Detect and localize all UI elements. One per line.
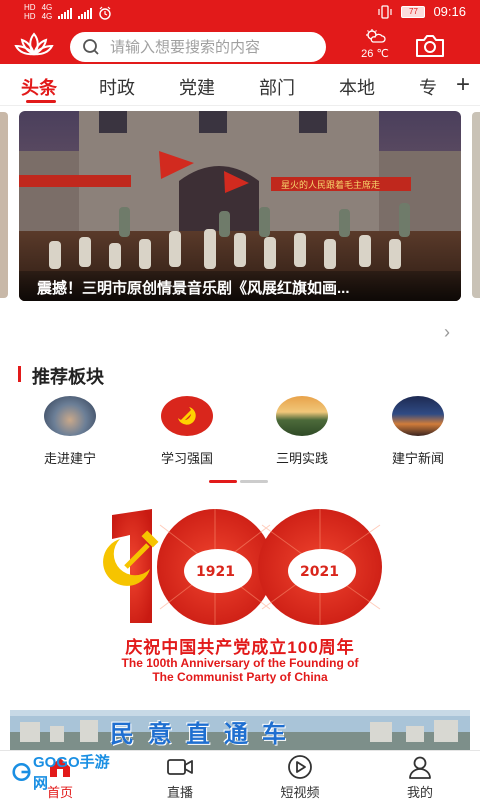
chevron-right-icon[interactable]: › [444, 322, 450, 343]
section-marker [18, 366, 21, 382]
headline-carousel-slide[interactable]: 星火的人民跟着毛主席走 震撼！三明市原创情景音乐剧《风展红旗如画... [19, 111, 461, 301]
carrier-tags: HD HD [24, 4, 36, 21]
landscape-icon [276, 396, 328, 436]
user-icon [380, 755, 460, 779]
bottom-navigation: 首页 直播 短视频 我的 GOGO手游网 [0, 750, 480, 800]
section-title-recommend: 推荐板块 [32, 367, 104, 387]
vibrate-icon [378, 4, 393, 19]
carousel-prev-peek[interactable] [0, 112, 8, 298]
weather-widget[interactable]: 26 ℃ [352, 28, 398, 64]
recommend-item-jianning[interactable]: 走进建宁 [20, 396, 120, 467]
search-icon [83, 39, 99, 55]
poster-year-start: 1921 [196, 564, 235, 580]
network-label: 4G [41, 3, 53, 12]
minyi-direct-banner[interactable]: 民意直通车 [10, 710, 470, 750]
video-camera-icon [140, 755, 220, 779]
pager-dot-active [209, 480, 237, 483]
watermark-logo: GOGO手游网 [12, 754, 112, 792]
watermark-text: GOGO手游网 [32, 754, 110, 792]
top-header-area: HD HD 4G 4G 77 09:16 请输入想要搜索的内容 26 ℃ [0, 0, 480, 64]
recommend-item-label: 走进建宁 [43, 451, 96, 466]
network-labels: 4G 4G [42, 4, 53, 21]
nav-label: 我的 [406, 785, 433, 800]
status-left: HD HD 4G 4G [24, 4, 112, 21]
tab-local[interactable]: 本地 [339, 74, 375, 100]
lotus-logo-icon[interactable] [14, 30, 54, 62]
poster-title: 庆祝中国共产党成立100周年 [125, 638, 355, 657]
category-tabs: 头条 时政 党建 部门 本地 专 + [0, 66, 480, 106]
poster-english-line1: The 100th Anniversary of the Founding of [121, 656, 359, 670]
minyi-direct-title: 民意直通车 [110, 721, 300, 748]
tab-party-building[interactable]: 党建 [179, 74, 215, 100]
recommend-item-label: 建宁新闻 [391, 451, 444, 466]
weather-icon [366, 29, 386, 43]
status-bar: HD HD 4G 4G 77 09:16 [0, 0, 480, 26]
tab-headlines[interactable]: 头条 [21, 74, 57, 100]
recommend-pager [209, 480, 268, 483]
recommend-item-label: 学习强国 [160, 451, 213, 466]
city-night-icon [392, 396, 444, 436]
carousel-caption: 震撼！三明市原创情景音乐剧《风展红旗如画... [19, 271, 461, 301]
carrier-tag: HD [24, 3, 36, 12]
weather-temp: 26 ℃ [361, 48, 389, 60]
search-box[interactable] [70, 32, 326, 62]
gogo-logo-icon [12, 762, 31, 782]
signal-icon [58, 7, 73, 19]
city-aerial-icon [44, 396, 96, 436]
party-emblem-icon [161, 396, 213, 436]
status-right: 77 09:16 [377, 4, 466, 19]
tab-departments[interactable]: 部门 [259, 74, 295, 100]
camera-icon[interactable] [414, 32, 446, 60]
search-input[interactable] [110, 38, 310, 56]
poster-english-line2: The Communist Party of China [152, 670, 328, 684]
active-tab-indicator [26, 100, 56, 103]
poster-year-end: 2021 [300, 564, 339, 580]
banner-slogan: 星火的人民跟着毛主席走 [281, 179, 380, 191]
nav-me[interactable]: 我的 [380, 755, 460, 800]
nav-short-video[interactable]: 短视频 [260, 755, 340, 800]
carousel-next-peek[interactable] [472, 112, 480, 298]
status-time: 09:16 [433, 4, 466, 19]
play-circle-icon [260, 755, 340, 779]
network-label: 4G [41, 12, 53, 21]
tab-special[interactable]: 专 [419, 74, 437, 100]
nav-live[interactable]: 直播 [140, 755, 220, 800]
tab-politics[interactable]: 时政 [99, 74, 135, 100]
nav-label: 直播 [166, 785, 193, 800]
recommend-item-news[interactable]: 建宁新闻 [368, 396, 468, 467]
add-channel-icon[interactable]: + [456, 71, 470, 99]
nav-label: 短视频 [280, 785, 320, 800]
recommend-item-label: 三明实践 [275, 451, 328, 466]
app-header: 26 ℃ [0, 26, 480, 66]
recommend-item-xuexi[interactable]: 学习强国 [137, 396, 237, 467]
signal-icon [78, 7, 93, 19]
battery-indicator: 77 [401, 5, 426, 18]
pager-dot [240, 480, 268, 483]
carrier-tag: HD [24, 12, 36, 21]
recommend-item-sanming[interactable]: 三明实践 [252, 396, 352, 467]
alarm-icon [99, 6, 111, 20]
